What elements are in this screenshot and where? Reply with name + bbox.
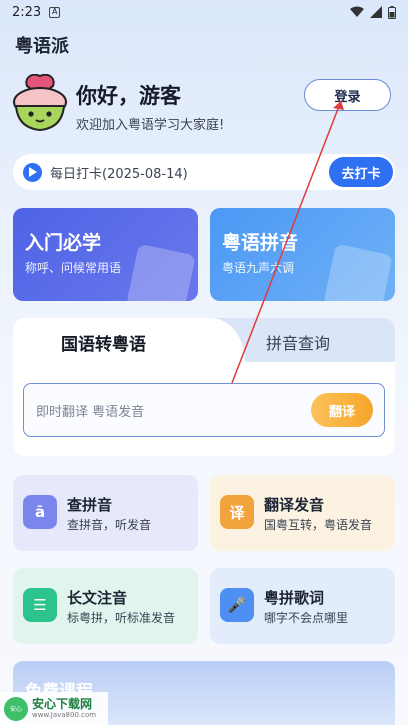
translate-button[interactable]: 翻译 bbox=[311, 393, 373, 427]
status-time: 2:23 bbox=[12, 4, 42, 20]
feature-title: 查拼音 bbox=[67, 496, 113, 514]
translate-input[interactable]: 即时翻译 粤语发音 翻译 bbox=[23, 383, 385, 437]
battery-icon bbox=[388, 5, 396, 19]
feature-title: 翻译发音 bbox=[264, 496, 325, 514]
wifi-icon bbox=[350, 6, 364, 17]
notification-icon: A bbox=[49, 6, 61, 18]
card-subtitle: 称呼、问候常用语 bbox=[25, 261, 122, 275]
pinyin-icon: ā bbox=[23, 495, 57, 529]
greeting-text: 你好，游客 bbox=[76, 84, 181, 108]
feature-lookup-pinyin[interactable]: ā 查拼音 查拼音，听发音 bbox=[13, 475, 198, 551]
feature-subtitle: 哪字不会点哪里 bbox=[264, 611, 349, 625]
play-icon bbox=[23, 162, 42, 182]
feature-translate-pronounce[interactable]: 译 翻译发音 国粤互转，粤语发音 bbox=[210, 475, 395, 551]
document-icon bbox=[126, 243, 196, 301]
feature-subtitle: 查拼音，听发音 bbox=[67, 518, 152, 532]
pinyin-tone-icon bbox=[323, 243, 393, 301]
feature-pinyin-lyrics[interactable]: 🎤 粤拼歌词 哪字不会点哪里 bbox=[210, 568, 395, 644]
checkin-text: 每日打卡(2025-08-14) bbox=[50, 166, 188, 182]
beginner-course-card[interactable]: 入门必学 称呼、问候常用语 bbox=[13, 208, 198, 301]
daily-checkin-bar: 每日打卡(2025-08-14) 去打卡 bbox=[13, 154, 395, 190]
microphone-icon: 🎤 bbox=[220, 588, 254, 622]
app-title: 粤语派 bbox=[15, 36, 69, 57]
watermark-logo-icon: 安心 bbox=[4, 696, 28, 721]
translate-placeholder: 即时翻译 粤语发音 bbox=[36, 405, 145, 420]
feature-subtitle: 国粤互转，粤语发音 bbox=[264, 518, 373, 532]
tab-label-mandarin-to-cantonese[interactable]: 国语转粤语 bbox=[61, 330, 146, 355]
translate-icon: 译 bbox=[220, 495, 254, 529]
login-button[interactable]: 登录 bbox=[304, 79, 391, 111]
translate-panel: 国语转粤语 拼音查询 即时翻译 粤语发音 翻译 bbox=[13, 318, 395, 456]
watermark: 安心 安心下载网 www.Java800.com bbox=[0, 692, 108, 725]
avatar-icon[interactable] bbox=[12, 74, 68, 132]
welcome-text: 欢迎加入粤语学习大家庭! bbox=[76, 118, 225, 133]
card-subtitle: 粤语九声六调 bbox=[222, 261, 295, 275]
feature-title: 粤拼歌词 bbox=[264, 589, 325, 607]
feature-title: 长文注音 bbox=[67, 589, 128, 607]
cantonese-pinyin-card[interactable]: 粤语拼音 粤语九声六调 bbox=[210, 208, 395, 301]
status-bar: 2:23 A bbox=[0, 0, 408, 24]
feature-long-text-annotation[interactable]: ☰ 长文注音 标粤拼，听标准发音 bbox=[13, 568, 198, 644]
watermark-main: 安心下载网 bbox=[32, 696, 93, 711]
tab-pinyin-lookup[interactable]: 拼音查询 bbox=[266, 330, 330, 354]
signal-icon bbox=[370, 6, 382, 18]
status-icons bbox=[350, 5, 396, 19]
document-list-icon: ☰ bbox=[23, 588, 57, 622]
feature-subtitle: 标粤拼，听标准发音 bbox=[67, 611, 176, 625]
watermark-url: www.Java800.com bbox=[32, 710, 97, 719]
card-title: 粤语拼音 bbox=[222, 232, 299, 254]
checkin-button[interactable]: 去打卡 bbox=[329, 157, 393, 187]
card-title: 入门必学 bbox=[25, 232, 102, 254]
